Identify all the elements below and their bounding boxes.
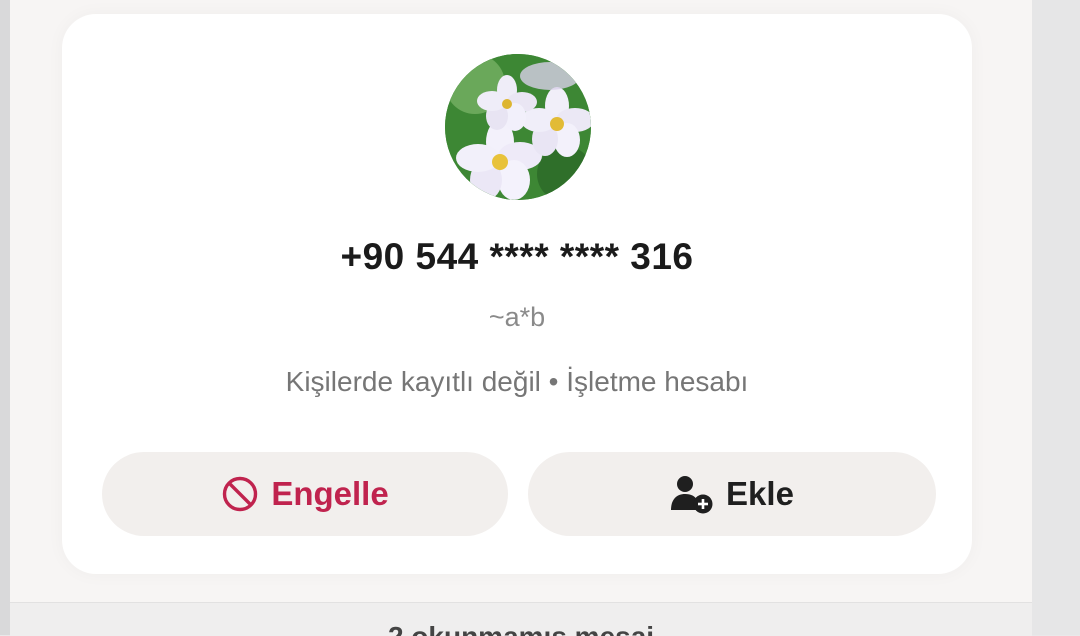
block-button-label: Engelle xyxy=(271,475,389,512)
add-contact-button[interactable]: Ekle xyxy=(528,452,936,536)
block-button[interactable]: Engelle xyxy=(102,452,508,536)
block-icon xyxy=(221,475,259,513)
avatar[interactable] xyxy=(445,54,591,200)
add-contact-icon xyxy=(670,474,714,514)
unread-messages-banner: 2 okunmamış mesaj xyxy=(10,602,1032,636)
contact-info-card: +90 544 **** **** 316 ~a*b Kişilerde kay… xyxy=(62,14,972,574)
avatar-flower-image xyxy=(445,54,591,200)
contact-phone-number: +90 544 **** **** 316 xyxy=(340,236,694,277)
device-frame-right xyxy=(1032,0,1080,635)
device-frame-left xyxy=(0,0,10,635)
contact-username: ~a*b xyxy=(488,302,546,332)
contact-status-text: Kişilerde kayıtlı değil • İşletme hesabı xyxy=(285,366,749,397)
unread-messages-text: 2 okunmamış mesaj xyxy=(10,621,1032,636)
add-contact-label: Ekle xyxy=(726,475,794,512)
